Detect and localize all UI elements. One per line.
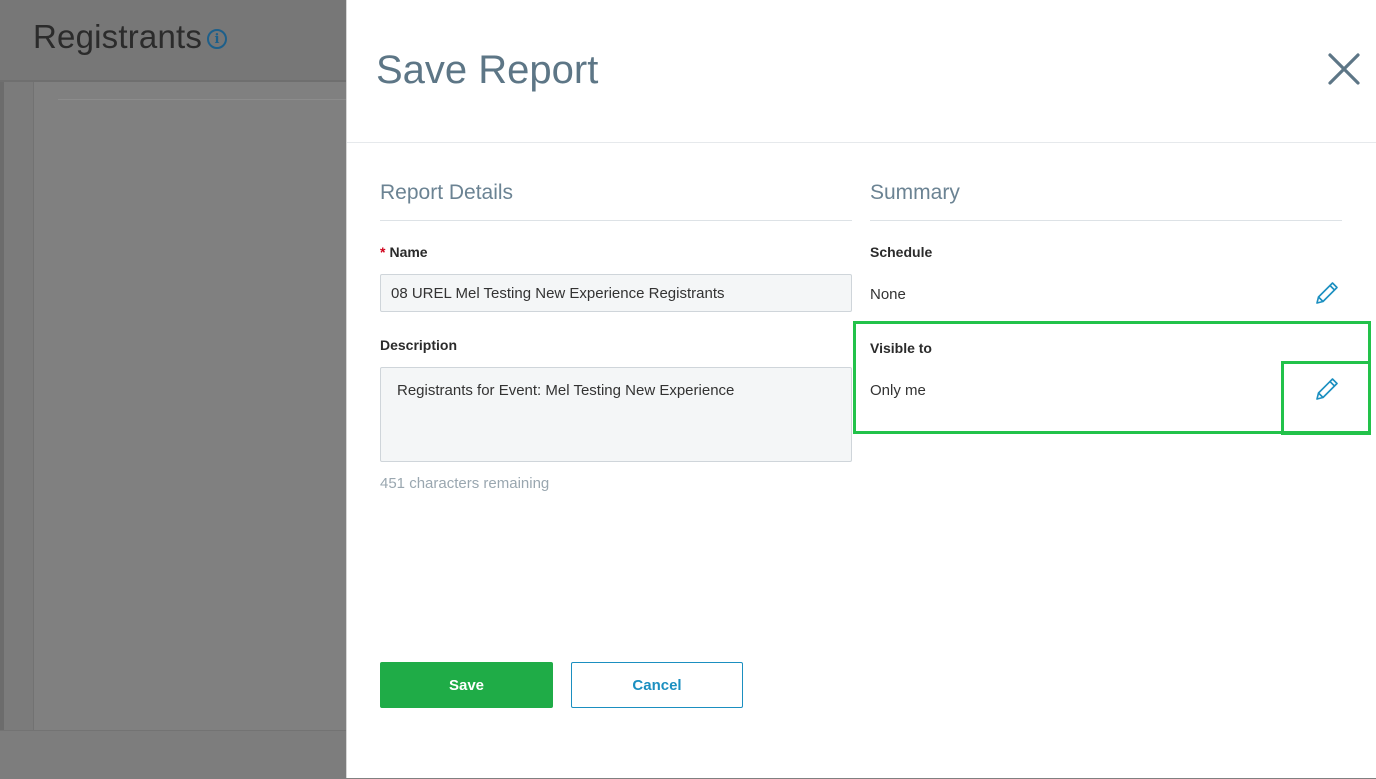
page-title: Registrants bbox=[33, 18, 203, 55]
edit-schedule-button[interactable] bbox=[1314, 280, 1340, 306]
background-divider bbox=[58, 99, 346, 100]
description-label: Description bbox=[380, 337, 458, 353]
background-header: Registrants i bbox=[0, 0, 346, 82]
save-button[interactable]: Save bbox=[380, 662, 553, 708]
characters-remaining: 451 characters remaining bbox=[380, 475, 550, 492]
summary-divider bbox=[870, 220, 1342, 221]
schedule-value: None bbox=[870, 286, 906, 303]
background-footer bbox=[0, 730, 346, 779]
background-content bbox=[33, 82, 347, 730]
name-label: * Name bbox=[380, 244, 428, 260]
modal-title: Save Report bbox=[376, 48, 599, 92]
pencil-icon bbox=[1316, 282, 1338, 304]
edit-visibility-button[interactable] bbox=[1314, 376, 1340, 402]
schedule-label: Schedule bbox=[870, 244, 933, 260]
visible-to-highlight bbox=[853, 321, 1371, 434]
close-button[interactable] bbox=[1325, 50, 1363, 88]
required-marker: * bbox=[380, 244, 386, 260]
report-details-divider bbox=[380, 220, 852, 221]
info-icon[interactable]: i bbox=[207, 29, 227, 49]
visible-to-value: Only me bbox=[870, 382, 926, 399]
description-textarea[interactable]: Registrants for Event: Mel Testing New E… bbox=[380, 367, 852, 462]
report-details-heading: Report Details bbox=[380, 181, 514, 204]
background-left-strip bbox=[0, 82, 4, 730]
close-icon bbox=[1328, 53, 1360, 85]
save-report-modal: Save Report Report Details *Name Descrip… bbox=[346, 0, 1376, 778]
modal-header: Save Report bbox=[347, 0, 1376, 143]
cancel-button[interactable]: Cancel bbox=[571, 662, 743, 708]
pencil-icon bbox=[1316, 378, 1338, 400]
visible-to-label: Visible to bbox=[870, 340, 932, 356]
name-label-text: Name bbox=[389, 244, 428, 260]
name-input[interactable] bbox=[380, 274, 852, 312]
summary-heading: Summary bbox=[870, 181, 960, 204]
